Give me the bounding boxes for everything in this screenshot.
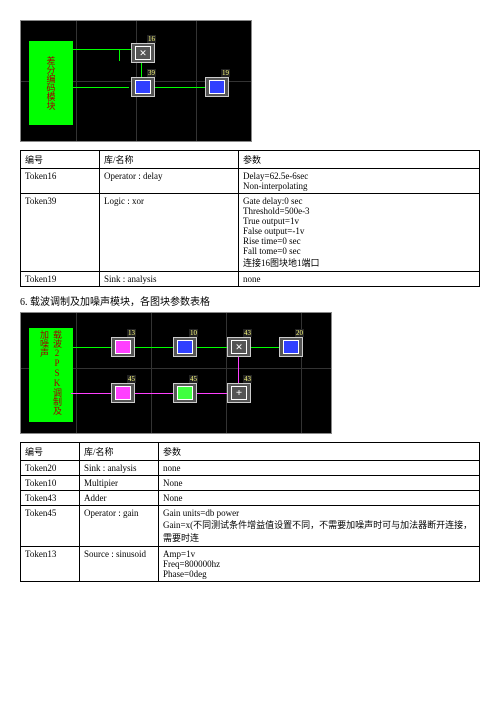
cell: Operator : gain — [80, 506, 159, 547]
diagram2-label: 载波2PSK调制及加噪声 — [29, 328, 73, 422]
block-source: 13 — [111, 337, 135, 357]
cell: Token19 — [21, 272, 100, 287]
cell: Gain units=db power Gain=x(不同测试条件增益值设置不同… — [159, 506, 480, 547]
cell: Token13 — [21, 547, 80, 582]
cell: Token43 — [21, 491, 80, 506]
cell: Source : sinusoid — [80, 547, 159, 582]
table-row: Token45 Operator : gain Gain units=db po… — [21, 506, 480, 547]
table-row: Token39 Logic : xor Gate delay:0 sec Thr… — [21, 194, 480, 272]
caption-2psk: 6. 载波调制及加噪声模块，各图块参数表格 — [20, 293, 480, 308]
t1-h0: 编号 — [21, 151, 100, 169]
block-sink: 19 — [205, 77, 229, 97]
diagram-diff-encode: 差分编码模块 39 16 19 — [20, 20, 252, 142]
cell: none — [239, 272, 480, 287]
cell: Adder — [80, 491, 159, 506]
table-row: Token13 Source : sinusoid Amp=1v Freq=80… — [21, 547, 480, 582]
t1-h1: 库/名称 — [100, 151, 239, 169]
cell: Delay=62.5e-6sec Non-interpolating — [239, 169, 480, 194]
cell: Token39 — [21, 194, 100, 272]
block-noise-src: 45 — [111, 383, 135, 403]
cell: Token16 — [21, 169, 100, 194]
block-xor: 39 — [131, 77, 155, 97]
cell: Token10 — [21, 476, 80, 491]
cell: Sink : analysis — [80, 461, 159, 476]
cell: Token20 — [21, 461, 80, 476]
block-adder: 43 — [227, 383, 251, 403]
cell: Multipier — [80, 476, 159, 491]
table-row: Token20 Sink : analysis none — [21, 461, 480, 476]
cell: Logic : xor — [100, 194, 239, 272]
block-mult: 10 — [173, 337, 197, 357]
t2-h1: 库/名称 — [80, 443, 159, 461]
table-row: Token43 Adder None — [21, 491, 480, 506]
t2-h2: 参数 — [159, 443, 480, 461]
cell: None — [159, 476, 480, 491]
table-row: Token10 Multipier None — [21, 476, 480, 491]
block-adder-top: 43 — [227, 337, 251, 357]
diagram1-label: 差分编码模块 — [29, 41, 73, 125]
block-delay: 16 — [131, 43, 155, 63]
t1-h2: 参数 — [239, 151, 480, 169]
table-2psk-params: 编号 库/名称 参数 Token20 Sink : analysis none … — [20, 442, 480, 582]
cell: Sink : analysis — [100, 272, 239, 287]
cell: Operator : delay — [100, 169, 239, 194]
cell: Amp=1v Freq=800000hz Phase=0deg — [159, 547, 480, 582]
cell: Token45 — [21, 506, 80, 547]
cell: None — [159, 491, 480, 506]
block-gain: 45 — [173, 383, 197, 403]
block-sink20: 20 — [279, 337, 303, 357]
table-row: Token19 Sink : analysis none — [21, 272, 480, 287]
table-row: Token16 Operator : delay Delay=62.5e-6se… — [21, 169, 480, 194]
table-diff-encode-params: 编号 库/名称 参数 Token16 Operator : delay Dela… — [20, 150, 480, 287]
t2-h0: 编号 — [21, 443, 80, 461]
cell: Gate delay:0 sec Threshold=500e-3 True o… — [239, 194, 480, 272]
diagram-2psk-noise: 载波2PSK调制及加噪声 13 10 43 20 45 45 43 — [20, 312, 332, 434]
cell: none — [159, 461, 480, 476]
